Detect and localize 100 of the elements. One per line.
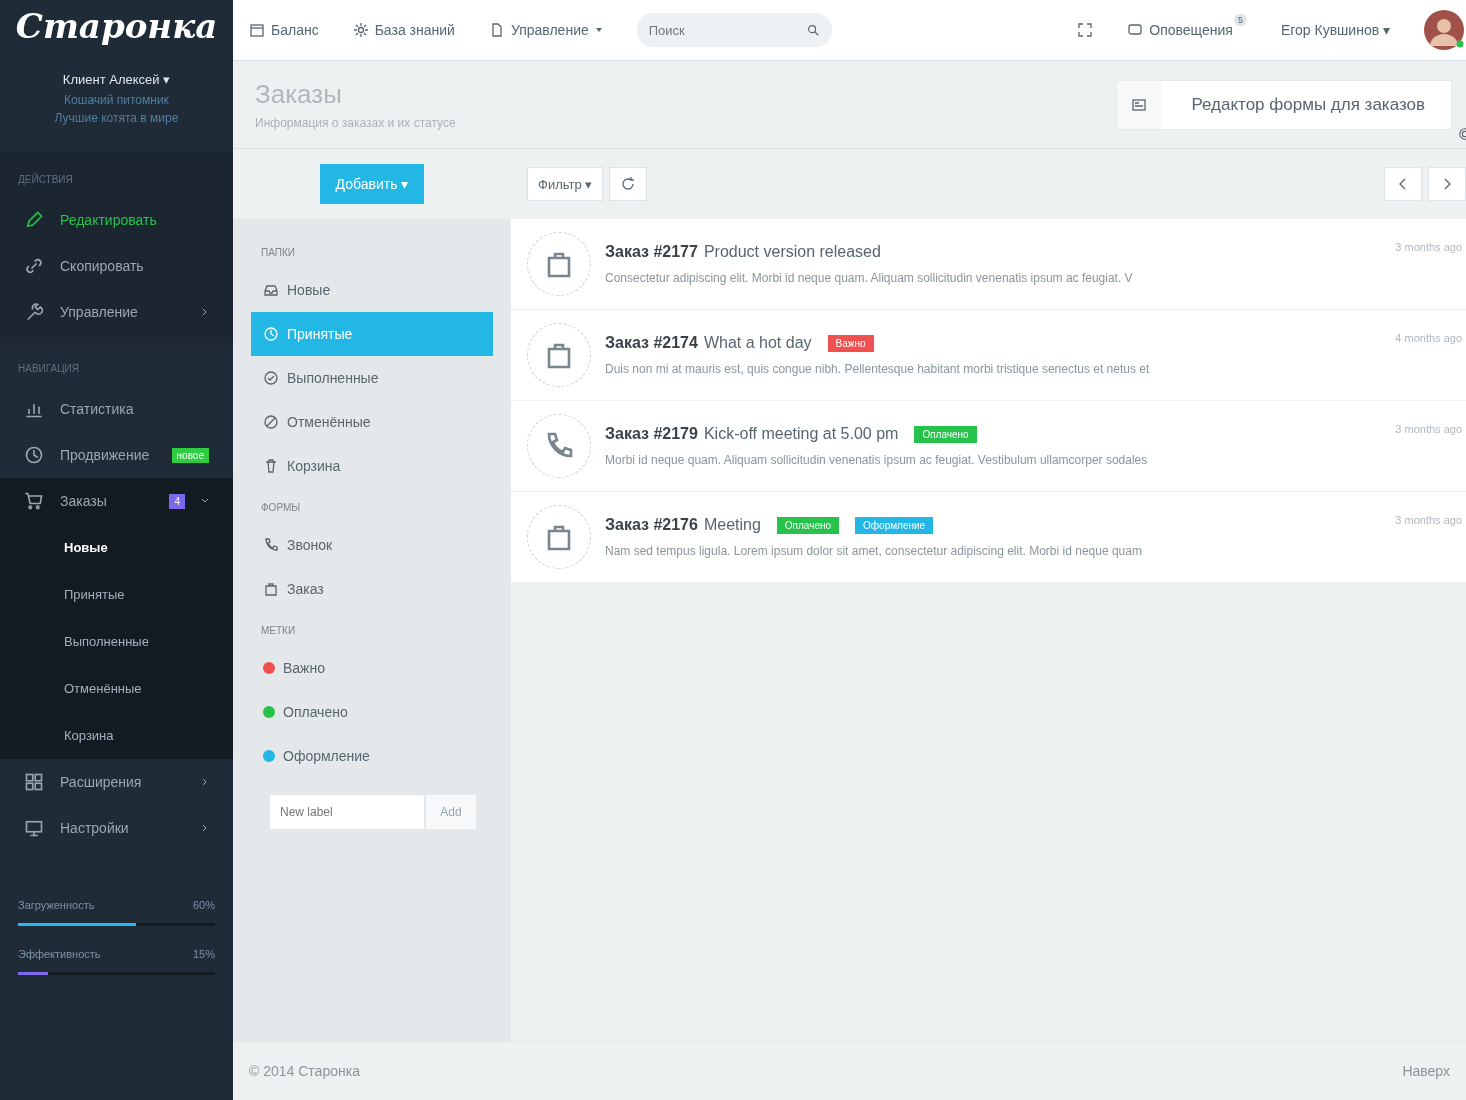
label-item[interactable]: Оформление (251, 734, 493, 778)
link-icon (24, 256, 44, 276)
folder-item[interactable]: Заказ (251, 567, 493, 611)
badge: 4 (169, 493, 185, 509)
order-number: Заказ #2176 (605, 516, 698, 534)
cancel-icon (263, 414, 279, 430)
folder-item[interactable]: Звонок (251, 523, 493, 567)
user-info: Кошачий питомник (63, 92, 170, 109)
order-time: 3 months ago (1395, 241, 1463, 253)
logo: Старонка (14, 5, 219, 48)
order-time: 3 months ago (1395, 423, 1463, 435)
tag: Оплачено (914, 425, 977, 443)
tag: Важно (827, 334, 874, 352)
inbox-icon (263, 282, 279, 298)
copyright: © 2014 Старонка (249, 1063, 360, 1079)
pencil-icon (24, 210, 44, 230)
expand-icon (1077, 22, 1094, 38)
order-item[interactable]: Заказ #2179 Kick-off meeting at 5.00 pm Оплачено Morbi id neque quam. Aliquam sollicitudin venenatis ipsum ac feugiat. Vestibulum ullamcorper sodales 3 months ago (511, 401, 1466, 492)
order-title: What a hot day (703, 334, 812, 352)
chevron-right-icon (201, 824, 209, 832)
group-title: ПАПКИ (260, 246, 296, 260)
nav-item[interactable]: Скопировать (0, 243, 233, 289)
gear-icon (352, 22, 369, 38)
order-description: Morbi id neque quam. Aliquam sollicitudin venenatis ipsum ac feugiat. Vestibulum ullamcorper sodales (605, 453, 1149, 467)
order-time: 4 months ago (1395, 332, 1463, 344)
chevron-right-icon (201, 778, 209, 786)
submenu-item[interactable]: Новые (0, 524, 233, 571)
chevron-right-icon (201, 308, 209, 316)
clock-icon (24, 445, 44, 465)
clock-icon (263, 326, 279, 342)
order-time: 3 months ago (1395, 514, 1463, 526)
refresh-button[interactable] (609, 167, 648, 201)
meter-label: Эффективность (18, 948, 101, 960)
search-field[interactable]: Поиск (636, 13, 832, 47)
page-title: Заказы (255, 79, 343, 110)
tag: Оформление (855, 516, 934, 534)
page-subtitle: Информация о заказах и их статусе (255, 116, 457, 130)
new-label-field[interactable]: New label (269, 794, 425, 830)
submenu-item[interactable]: Принятые (0, 571, 233, 618)
nav-item[interactable]: Настройки (0, 805, 233, 851)
next-button[interactable] (1428, 167, 1466, 201)
cart-icon (24, 491, 44, 511)
order-description: Nam sed tempus ligula. Lorem ipsum dolor sit amet, consectetur adipiscing elit. Morbi id neque quam (605, 544, 1143, 558)
search-icon (805, 23, 820, 37)
order-title: Meeting (703, 516, 761, 534)
submenu-item[interactable]: Отменённые (0, 665, 233, 712)
order-description: Duis non mi at mauris est, quis congue nibh. Pellentesque habitant morbi tristique senectus et netus et (605, 362, 1151, 376)
meter-label: Загруженность (18, 899, 95, 911)
order-title: Kick-off meeting at 5.00 pm (703, 425, 899, 443)
order-number: Заказ #2174 (605, 334, 698, 352)
grid-icon (24, 772, 44, 792)
caret-icon (594, 26, 603, 34)
order-item[interactable]: Заказ #2174 What a hot day Важно Duis non mi at mauris est, quis congue nibh. Pellentesque habitant morbi tristique senectus et netus et 4 months ago (511, 310, 1466, 401)
label-item[interactable]: Важно (251, 646, 493, 690)
order-item[interactable]: Заказ #2176 Meeting Оплачено Оформление Nam sed tempus ligula. Lorem ipsum dolor sit amet, consectetur adipiscing elit. Morbi id neque quam 3 months ago (511, 492, 1466, 583)
submenu-item[interactable]: Выполненные (0, 618, 233, 665)
user-name[interactable]: Клиент Алексей ▾ (0, 72, 233, 87)
section-title: НАВИГАЦИЯ (17, 362, 80, 376)
submenu-item[interactable]: Корзина (0, 712, 233, 759)
order-item[interactable]: Заказ #2177 Product version released Consectetur adipiscing elit. Morbi id neque quam. Aliquam sollicitudin venenatis ipsum ac feugiat. V 3 months ago (511, 219, 1466, 310)
monitor-icon (24, 818, 44, 838)
filter-button[interactable]: Фильтр ▾ (527, 167, 604, 201)
user-menu[interactable]: Егор Кувшинов ▾ (1280, 22, 1390, 38)
nav-link[interactable]: База знаний (352, 22, 455, 38)
label-item[interactable]: Оплачено (251, 690, 493, 734)
refresh-icon (620, 176, 637, 192)
badge: новое (171, 447, 209, 463)
fullscreen-button[interactable] (1077, 22, 1094, 38)
nav-item[interactable]: Продвижение новое (0, 432, 233, 478)
meter-reading: 60% (192, 899, 215, 911)
nav-item[interactable]: Редактировать (0, 197, 233, 243)
folder-item[interactable]: Отменённые (251, 400, 493, 444)
folder-item[interactable]: Выполненные (251, 356, 493, 400)
notifications-link[interactable]: Оповещения (1127, 22, 1233, 38)
form-editor-button[interactable]: Редактор формы для заказов (1116, 79, 1452, 130)
user-info: Лучшие котята в мире (53, 110, 180, 127)
phone-icon (263, 537, 279, 553)
chevron-down-icon (201, 497, 209, 505)
trash-icon (263, 458, 279, 474)
folder-item[interactable]: Корзина (251, 444, 493, 488)
avatar[interactable] (1424, 10, 1464, 50)
order-description: Consectetur adipiscing elit. Morbi id neque quam. Aliquam sollicitudin venenatis ipsum ac feugiat. V (605, 271, 1134, 285)
meter-reading: 15% (192, 948, 215, 960)
nav-item[interactable]: Управление (0, 289, 233, 335)
group-title: МЕТКИ (260, 624, 297, 638)
order-number: Заказ #2177 (605, 243, 698, 261)
nav-link[interactable]: Управление (488, 22, 603, 38)
order-title: Product version released (703, 243, 881, 261)
nav-link[interactable]: Баланс (249, 22, 319, 38)
folder-item[interactable]: Новые (251, 268, 493, 312)
nav-item[interactable]: Расширения (0, 759, 233, 805)
bag-icon (263, 581, 279, 597)
nav-item[interactable]: Статистика (0, 386, 233, 432)
tag: Оплачено (776, 516, 840, 534)
section-title: ДЕЙСТВИЯ (17, 172, 74, 187)
check-icon (263, 370, 279, 386)
form-icon (1131, 96, 1148, 113)
previous-button[interactable] (1384, 167, 1422, 201)
calendar-icon (249, 22, 265, 38)
notification-count: 5 (1233, 14, 1247, 26)
